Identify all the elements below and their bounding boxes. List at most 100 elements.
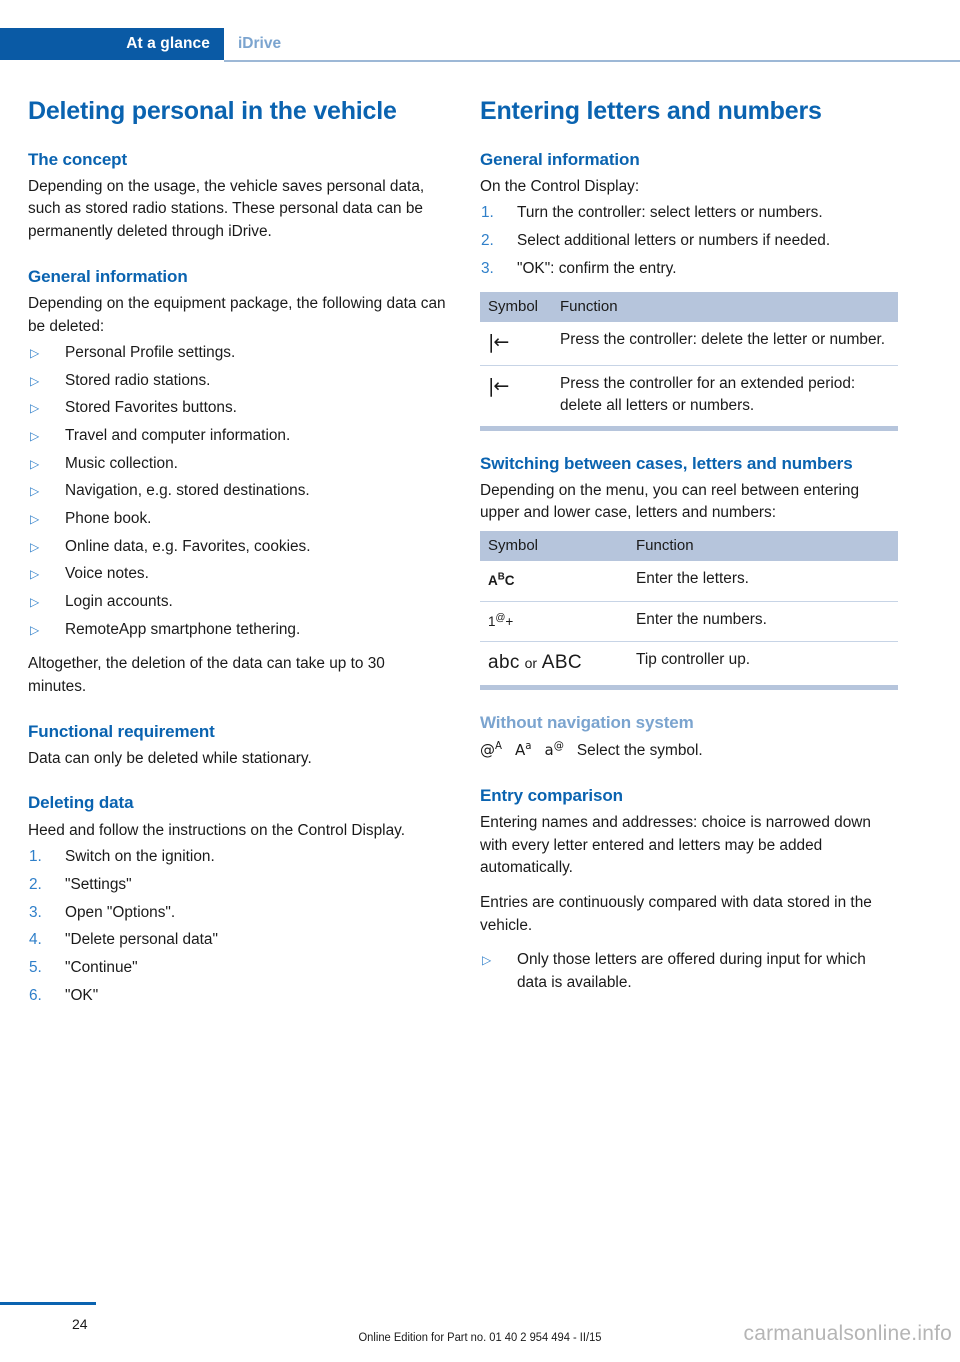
step-number: 3. [481,259,494,277]
heading-general-information-right: General information [480,149,640,169]
list-item-label: Login accounts. [65,592,173,610]
triangle-bullet-icon: ▷ [30,567,40,582]
1-at-plus-numbers-icon: 1@+ [480,601,628,643]
footer-divider [0,1302,96,1305]
table-delete-symbols: Symbol Function |← Press the controller:… [480,292,898,431]
list-item: 6. "OK" [28,985,446,1008]
list-item: ▷ Online data, e.g. Favorites, cookies. [28,536,446,559]
paragraph-general-information-intro: Depending on the equipment package, the … [28,294,446,335]
list-item: ▷ Login accounts. [28,591,446,614]
breadcrumb-tab-at-a-glance[interactable]: At a glance [0,28,224,60]
step-number: 2. [29,875,42,893]
list-item-label: Personal Profile settings. [65,344,236,362]
heading-entry-comparison: Entry comparison [480,785,623,805]
deletable-data-list: ▷ Personal Profile settings. ▷ Stored radio… [28,342,446,641]
list-item: ▷ Stored Favorites buttons. [28,397,446,420]
abc-or-ABC-icon: abc or ABC [480,641,628,690]
heading-general-information-left: General information [28,266,188,286]
page-header: At a glance iDrive [0,28,960,62]
triangle-bullet-icon: ▷ [30,456,40,471]
list-item: 4. "Delete personal data" [28,929,446,952]
right-column: Entering letters and numbers General inf… [480,96,898,1007]
heading-functional-requirement: Functional requirement [28,721,215,741]
backspace-icon: |← [480,365,552,431]
paragraph-switching-cases: Depending on the menu, you can reel betw… [480,481,860,522]
list-item: 3. "OK": confirm the entry. [480,258,898,281]
entering-letters-steps: 1. Turn the controller: select letters or… [480,202,898,280]
step-number: 1. [29,848,42,866]
triangle-bullet-icon: ▷ [482,953,492,968]
list-item: ▷ Music collection. [28,453,446,476]
heading-deleting-data: Deleting data [28,793,134,813]
at-superscript-A-icon: @A [480,741,502,760]
triangle-bullet-icon: ▷ [30,594,40,609]
paragraph-entry-comparison-2: Entries are continuously compared with d… [480,893,872,934]
table-column-function: Function [552,292,898,323]
list-item: ▷ Voice notes. [28,563,446,586]
table-cell-function: Press the controller for an extended per… [552,365,898,431]
list-item-label: Phone book. [65,510,152,528]
table-header-row: Symbol Function [480,531,898,562]
triangle-bullet-icon: ▷ [30,346,40,361]
table-row: 1@+ Enter the numbers. [480,601,898,643]
deleting-data-steps: 1. Switch on the ignition. 2. "Settings" 3. O… [28,846,446,1007]
ABC-letters-icon: ABC [480,561,628,602]
triangle-bullet-icon: ▷ [30,373,40,388]
list-item-label: Music collection. [65,454,178,472]
list-item: ▷ Phone book. [28,508,446,531]
table-row: |← Press the controller: delete the lett… [480,322,898,366]
list-item: 2. "Settings" [28,874,446,897]
page-title-left: Deleting personal in the vehicle [28,97,397,125]
A-superscript-a-icon: Aa [514,741,532,760]
triangle-bullet-icon: ▷ [30,539,40,554]
table-row: ABC Enter the letters. [480,561,898,602]
step-label: Switch on the ignition. [65,848,215,866]
step-label: "Delete personal data" [65,931,218,949]
step-number: 2. [481,232,494,250]
breadcrumb-section-idrive[interactable]: iDrive [238,28,281,60]
list-item: ▷ Only those letters are offered during i… [480,949,898,994]
paragraph-the-concept: Depending on the usage, the vehicle save… [28,177,425,241]
header-divider [224,60,960,62]
step-label: "Settings" [65,875,132,893]
table-cell-function: Enter the numbers. [628,601,898,643]
step-label: "Continue" [65,958,138,976]
list-item: 3. Open "Options". [28,902,446,925]
list-item-label: Only those letters are offered during in… [517,951,866,991]
list-item: ▷ Stored radio stations. [28,370,446,393]
entry-comparison-list: ▷ Only those letters are offered during i… [480,949,898,994]
triangle-bullet-icon: ▷ [30,484,40,499]
list-item-label: Travel and computer information. [65,427,291,445]
table-cell-function: Enter the letters. [628,561,898,602]
list-item-label: Online data, e.g. Favorites, cookies. [65,537,311,555]
list-item-label: Stored Favorites buttons. [65,399,237,417]
list-item-label: Navigation, e.g. stored destinations. [65,482,310,500]
watermark: carmanualsonline.info [743,1322,952,1345]
triangle-bullet-icon: ▷ [30,512,40,527]
list-item-label: RemoteApp smartphone tethering. [65,620,301,638]
step-label: Open "Options". [65,903,176,921]
list-item: 1. Switch on the ignition. [28,846,446,869]
table-cell-function: Tip controller up. [628,641,898,690]
step-number: 6. [29,986,42,1004]
triangle-bullet-icon: ▷ [30,429,40,444]
list-item-label: Stored radio stations. [65,371,211,389]
table-column-symbol: Symbol [480,292,552,323]
table-case-symbols: Symbol Function ABC Enter the letters. 1… [480,531,898,690]
paragraph-control-display-intro: On the Control Display: [480,177,640,195]
triangle-bullet-icon: ▷ [30,622,40,637]
list-item: 5. "Continue" [28,957,446,980]
list-item: 2. Select additional letters or numbers i… [480,230,898,253]
heading-without-navigation-system: Without navigation system [480,712,694,732]
heading-switching-cases: Switching between cases, letters and num… [480,453,853,473]
paragraph-deleting-data-intro: Heed and follow the instructions on the … [28,821,405,839]
page-title-right: Entering letters and numbers [480,97,822,125]
step-label: Select additional letters or numbers if … [517,232,831,250]
step-label: "OK": confirm the entry. [517,259,677,277]
breadcrumb-section-label: iDrive [238,35,282,52]
paragraph-functional-requirement: Data can only be deleted while stationar… [28,749,312,767]
list-item: ▷ Personal Profile settings. [28,342,446,365]
breadcrumb-tab-label: At a glance [126,35,210,52]
step-number: 4. [29,931,42,949]
table-cell-function: Press the controller: delete the letter … [552,322,898,366]
